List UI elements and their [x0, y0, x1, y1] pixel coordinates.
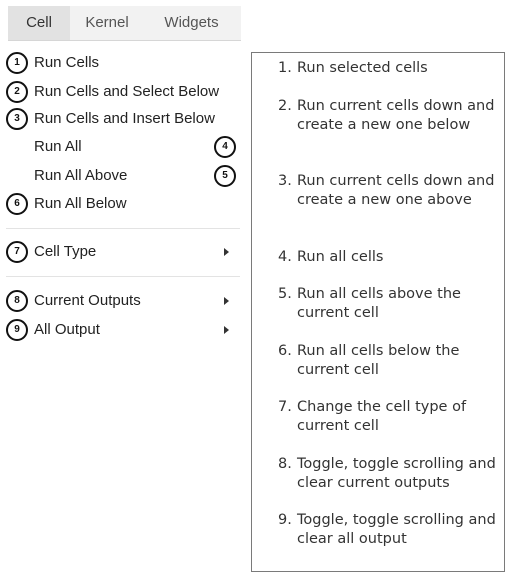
legend-item-text: Run all cells — [297, 249, 384, 265]
legend-item: 1. Run selected cells — [278, 59, 503, 78]
menu-item-label: Run All Above — [34, 167, 128, 184]
legend-item-number: 6. — [278, 343, 292, 359]
menu-divider — [6, 276, 240, 277]
number-badge-9: 9 — [6, 319, 28, 341]
menu-item-label: All Output — [34, 321, 100, 338]
number-badge-3: 3 — [6, 108, 28, 130]
menu-item-current-outputs[interactable]: 8 Current Outputs — [0, 289, 242, 313]
menu-item-label: Current Outputs — [34, 292, 141, 309]
menu-item-run-all[interactable]: Run All 4 — [0, 135, 242, 159]
menu-divider — [6, 228, 240, 229]
legend-item: 5. Run all cells above the current cell — [278, 285, 503, 323]
number-badge-4: 4 — [214, 136, 236, 158]
tab-widgets[interactable]: Widgets — [144, 6, 239, 40]
legend-item-text: Run current cells down and create a new … — [297, 98, 495, 133]
legend-item-number: 4. — [278, 249, 292, 265]
menu-item-run-cells-insert-below[interactable]: 3 Run Cells and Insert Below — [0, 107, 242, 131]
legend-item-text: Run all cells above the current cell — [297, 286, 461, 321]
menu-item-run-all-below[interactable]: 6 Run All Below — [0, 192, 242, 216]
legend-item-text: Run all cells below the current cell — [297, 343, 460, 378]
legend-item: 8. Toggle, toggle scrolling and clear cu… — [278, 455, 503, 493]
menu-item-run-all-above[interactable]: Run All Above 5 — [0, 164, 242, 188]
legend-item: 9. Toggle, toggle scrolling and clear al… — [278, 511, 503, 549]
menu-item-label: Run All — [34, 138, 82, 155]
legend-item-number: 8. — [278, 456, 292, 472]
legend-item: 3. Run current cells down and create a n… — [278, 172, 503, 210]
menu-item-label: Run Cells and Select Below — [34, 83, 220, 100]
menu-item-label: Cell Type — [34, 243, 97, 260]
menu-item-run-cells-select-below[interactable]: 2 Run Cells and Select Below — [0, 80, 242, 104]
submenu-arrow-icon — [224, 248, 229, 256]
tab-cell[interactable]: Cell — [8, 6, 70, 40]
number-badge-7: 7 — [6, 241, 28, 263]
menu-item-label: Run Cells and Insert Below — [34, 110, 215, 127]
number-badge-8: 8 — [6, 290, 28, 312]
legend-item: 6. Run all cells below the current cell — [278, 342, 503, 380]
legend-item-text: Change the cell type of current cell — [297, 399, 467, 434]
legend-box: 1. Run selected cells 2. Run current cel… — [251, 52, 505, 572]
menu-bar: Cell Kernel Widgets — [8, 6, 241, 41]
legend-item-number: 2. — [278, 98, 292, 114]
number-badge-2: 2 — [6, 81, 28, 103]
menu-item-label: Run Cells — [34, 54, 100, 71]
legend-item-text: Toggle, toggle scrolling and clear all o… — [297, 512, 496, 547]
tab-kernel[interactable]: Kernel — [70, 6, 144, 40]
legend-item: 7. Change the cell type of current cell — [278, 398, 503, 436]
submenu-arrow-icon — [224, 326, 229, 334]
legend-item-number: 5. — [278, 286, 292, 302]
legend-item-text: Run selected cells — [297, 60, 428, 76]
legend-item-text: Run current cells down and create a new … — [297, 173, 495, 208]
legend-item-number: 7. — [278, 399, 292, 415]
number-badge-6: 6 — [6, 193, 28, 215]
submenu-arrow-icon — [224, 297, 229, 305]
legend-item-number: 3. — [278, 173, 292, 189]
number-badge-1: 1 — [6, 52, 28, 74]
menu-item-run-cells[interactable]: 1 Run Cells — [0, 51, 242, 75]
legend-item: 4. Run all cells — [278, 248, 503, 267]
legend-item-number: 9. — [278, 512, 292, 528]
legend-item-text: Toggle, toggle scrolling and clear curre… — [297, 456, 496, 491]
menu-item-cell-type[interactable]: 7 Cell Type — [0, 240, 242, 264]
legend-item: 2. Run current cells down and create a n… — [278, 97, 503, 135]
menu-item-all-output[interactable]: 9 All Output — [0, 318, 242, 342]
legend-item-number: 1. — [278, 60, 292, 76]
menu-item-label: Run All Below — [34, 195, 127, 212]
number-badge-5: 5 — [214, 165, 236, 187]
